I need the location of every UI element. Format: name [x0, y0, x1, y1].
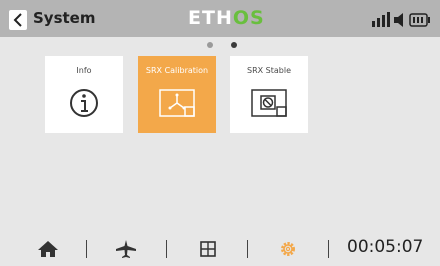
title-bar: System ETHOS — [0, 0, 440, 37]
page-title: System — [33, 9, 96, 27]
brand-accent: OS — [232, 7, 265, 29]
separator — [86, 240, 87, 258]
model-icon[interactable] — [114, 239, 138, 259]
brand-prefix: ETH — [188, 7, 233, 29]
info-card[interactable]: Info — [45, 56, 123, 133]
page-dot-2[interactable] — [231, 42, 237, 48]
srx-stable-card[interactable]: SRX Stable — [230, 56, 308, 133]
srx-calibration-card-label: SRX Calibration — [145, 66, 209, 75]
bottom-bar: 00:05:07 — [0, 232, 440, 266]
separator — [247, 240, 248, 258]
volume-icon — [394, 13, 403, 27]
chevron-left-icon — [13, 13, 22, 27]
info-icon — [70, 89, 98, 117]
status-icons — [371, 11, 433, 29]
page-dot-1[interactable] — [207, 42, 213, 48]
info-card-label: Info — [76, 66, 92, 75]
stable-icon — [251, 89, 287, 117]
calibration-icon — [159, 89, 195, 117]
battery-icon — [409, 13, 430, 27]
brand-logo: ETHOS — [188, 7, 265, 29]
widgets-icon[interactable] — [196, 239, 220, 259]
settings-icon[interactable] — [276, 239, 300, 259]
page-indicator — [205, 40, 239, 50]
back-button[interactable] — [9, 10, 27, 30]
timer-clock: 00:05:07 — [347, 237, 424, 257]
separator — [328, 240, 329, 258]
signal-icon — [372, 12, 390, 27]
srx-calibration-card[interactable]: SRX Calibration — [138, 56, 216, 133]
home-icon[interactable] — [36, 239, 60, 259]
srx-stable-card-label: SRX Stable — [247, 66, 291, 75]
separator — [166, 240, 167, 258]
